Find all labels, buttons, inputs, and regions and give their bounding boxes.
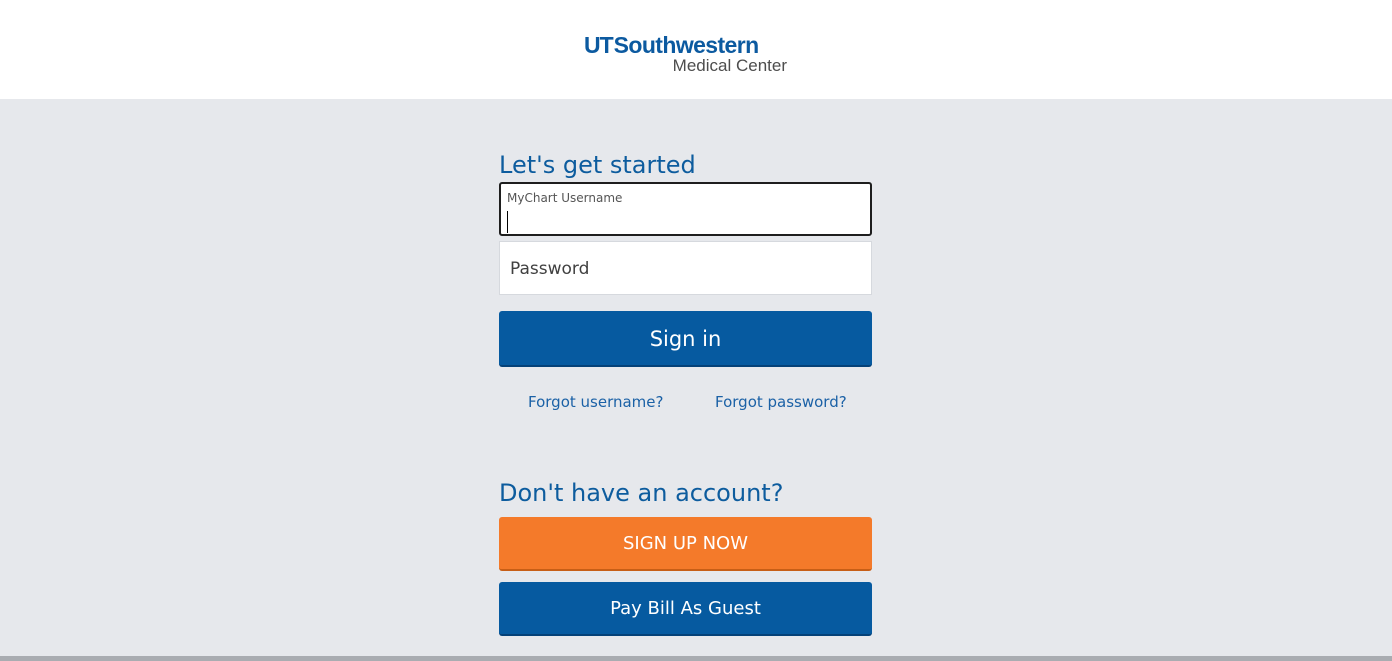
footer-strip bbox=[0, 656, 1392, 661]
text-cursor bbox=[507, 211, 508, 233]
sign-up-now-button[interactable]: SIGN UP NOW bbox=[499, 517, 872, 571]
password-field[interactable]: Password bbox=[499, 241, 872, 295]
pay-bill-as-guest-button[interactable]: Pay Bill As Guest bbox=[499, 582, 872, 636]
username-field[interactable]: MyChart Username bbox=[499, 182, 872, 236]
utsw-logo[interactable]: UTSouthwestern Medical Center bbox=[584, 33, 790, 78]
forgot-username-link[interactable]: Forgot username? bbox=[528, 392, 663, 412]
forgot-password-link[interactable]: Forgot password? bbox=[715, 392, 847, 412]
password-placeholder: Password bbox=[510, 259, 590, 279]
logo-name: Southwestern bbox=[613, 32, 759, 58]
logo-subtitle: Medical Center bbox=[672, 56, 787, 75]
username-label: MyChart Username bbox=[507, 191, 623, 205]
site-header: UTSouthwestern Medical Center bbox=[0, 0, 1392, 99]
logo-wordmark: UTSouthwestern bbox=[584, 33, 759, 57]
login-heading: Let's get started bbox=[499, 151, 696, 179]
logo-prefix: UT bbox=[584, 32, 614, 58]
sign-in-button[interactable]: Sign in bbox=[499, 311, 872, 367]
signup-heading: Don't have an account? bbox=[499, 479, 784, 507]
